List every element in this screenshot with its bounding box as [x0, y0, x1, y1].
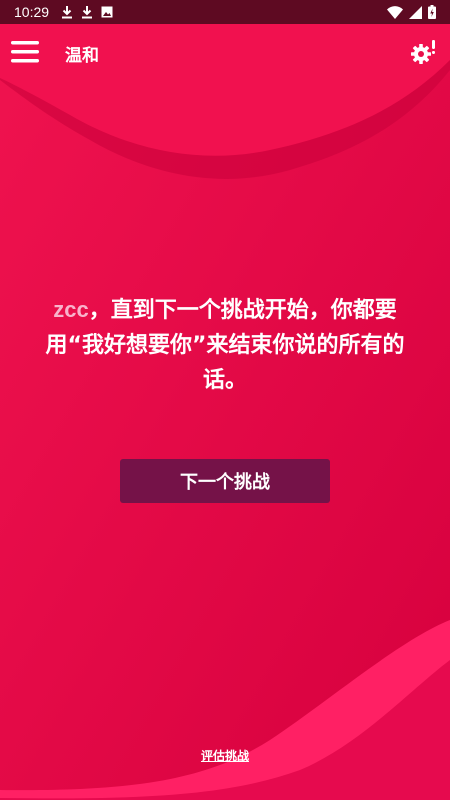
player-name: zcc	[53, 297, 89, 322]
status-notification-icons	[61, 5, 113, 19]
download-icon	[62, 6, 73, 19]
image-icon	[101, 6, 113, 18]
challenge-body: ，直到下一个挑战开始，你都要用“我好想要你”来结束你说的所有的话。	[45, 298, 405, 393]
wifi-icon	[387, 5, 403, 19]
app-bar: 温和	[0, 24, 450, 80]
background-waves	[0, 0, 450, 800]
next-challenge-button[interactable]: 下一个挑战	[120, 459, 330, 503]
battery-icon	[428, 5, 436, 19]
signal-icon	[409, 5, 422, 19]
gear-alert-icon[interactable]	[410, 38, 438, 66]
status-system-icons	[387, 5, 436, 19]
status-time: 10:29	[14, 4, 50, 20]
hamburger-menu-icon[interactable]	[10, 40, 40, 64]
status-bar: 10:29	[0, 0, 450, 24]
page-title: 温和	[65, 46, 99, 66]
download-icon	[82, 6, 93, 19]
app-screen: 10:29 温和 zcc，直到下一个挑战开始，你都要用“我好想要你”来结束你说的…	[0, 0, 450, 800]
rate-challenge-link[interactable]: 评估挑战	[201, 749, 249, 763]
challenge-text: zcc，直到下一个挑战开始，你都要用“我好想要你”来结束你说的所有的话。	[30, 292, 420, 398]
rate-challenge-area: 评估挑战	[0, 747, 450, 764]
